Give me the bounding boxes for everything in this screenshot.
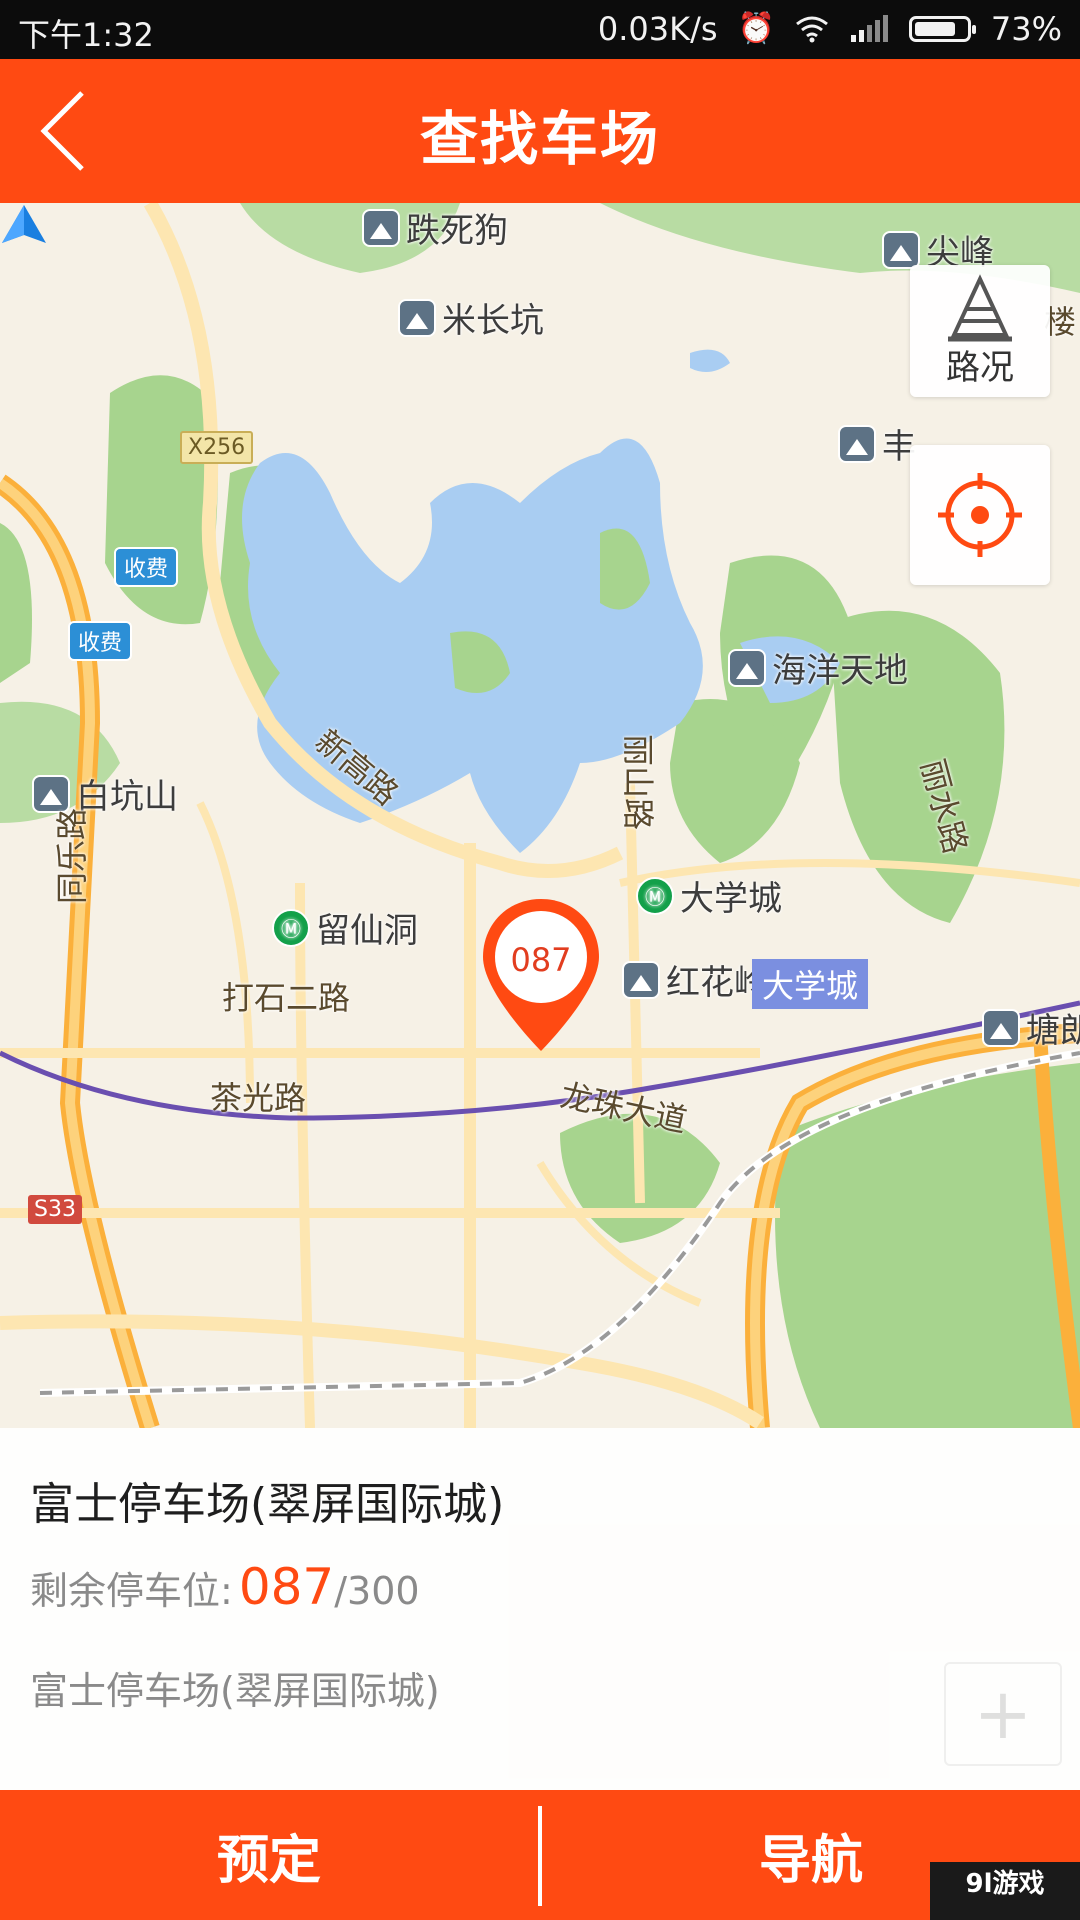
mountain-icon (398, 298, 436, 337)
university-tag: 大学城 (752, 959, 869, 1009)
parking-lot-address: 富士停车场(翠屏国际城) (30, 1669, 440, 1713)
road-badge-s33: S33 (28, 1195, 82, 1224)
parking-lot-name: 富士停车场(翠屏国际城) (30, 1479, 505, 1530)
museum-icon (728, 648, 766, 687)
current-location-arrow-icon (2, 205, 46, 243)
mountain-icon (32, 774, 70, 813)
poi-tanglang[interactable]: 塘朗 (982, 1003, 1080, 1052)
poi-daxuecheng-metro[interactable]: Ⓜ 大学城 (636, 871, 782, 920)
signal-icon (850, 15, 888, 42)
network-speed: 0.03K/s (597, 10, 718, 48)
alarm-icon: ⏰ (737, 11, 775, 46)
status-right: 0.03K/s ⏰ 73% (598, 10, 1062, 48)
remaining-label: 剩余停车位: (30, 1569, 233, 1613)
building-icon (838, 424, 876, 463)
locate-me-button[interactable] (910, 445, 1050, 585)
mountain-icon (882, 230, 920, 269)
poi-liuxiandong[interactable]: Ⓜ 留仙洞 (272, 903, 418, 952)
poi-michangkeng[interactable]: 米长坑 (398, 293, 544, 342)
road-badge-x256: X256 (180, 431, 254, 464)
battery-percent: 73% (990, 10, 1062, 48)
poi-diesigou[interactable]: 跌死狗 (362, 203, 508, 252)
page-title: 查找车场 (419, 105, 660, 173)
mountain-icon (622, 960, 660, 999)
road-label: 打石二路 (222, 979, 351, 1017)
mountain-icon (362, 208, 400, 247)
traffic-label: 路况 (946, 348, 1014, 388)
map-view[interactable]: 跌死狗 米长坑 尖峰 丰 海洋天地 白坑山 Ⓜ 留仙洞 Ⓜ 大学城 红花岭 塘朗 新… (0, 203, 1080, 1428)
road-label: 丽山路 (619, 733, 658, 831)
road-label: 同乐路 (53, 807, 92, 905)
remaining-spaces: 剩余停车位: 087 /300 (30, 1558, 420, 1616)
poi-feng[interactable]: 丰 (838, 419, 916, 468)
wifi-icon (795, 16, 828, 43)
poi-honghualing[interactable]: 红花岭 (622, 955, 768, 1004)
metro-icon: Ⓜ (636, 876, 674, 915)
zoom-in-button[interactable]: + (944, 1662, 1062, 1766)
metro-icon: Ⓜ (272, 908, 310, 947)
watermark-logo: 9l游戏 (930, 1862, 1080, 1920)
marker-count: 087 (510, 941, 572, 979)
poi-haiyang-tiandi[interactable]: 海洋天地 (728, 643, 908, 692)
traffic-toggle-button[interactable]: 路况 (910, 265, 1050, 397)
toll-badge: 收费 (68, 621, 133, 661)
remaining-count: 087 (238, 1558, 335, 1616)
status-time: 下午1:32 (18, 16, 154, 54)
bottom-action-bar: 预定 导航 9l游戏 (0, 1790, 1080, 1920)
crosshair-icon (938, 473, 1022, 557)
parking-info-card[interactable]: 富士停车场(翠屏国际城) 剩余停车位: 087 /300 富士停车场(翠屏国际城… (0, 1428, 1080, 1790)
battery-icon (908, 16, 976, 42)
total-spaces: /300 (334, 1569, 420, 1613)
road-label: 茶光路 (210, 1079, 307, 1117)
reserve-button[interactable]: 预定 (0, 1790, 538, 1920)
parking-marker[interactable]: 087 (477, 895, 605, 1055)
status-bar: 下午1:32 0.03K/s ⏰ 73% (0, 0, 1080, 59)
app-header: 查找车场 (0, 59, 1080, 203)
toll-badge: 收费 (114, 547, 179, 587)
mountain-icon (982, 1008, 1020, 1047)
